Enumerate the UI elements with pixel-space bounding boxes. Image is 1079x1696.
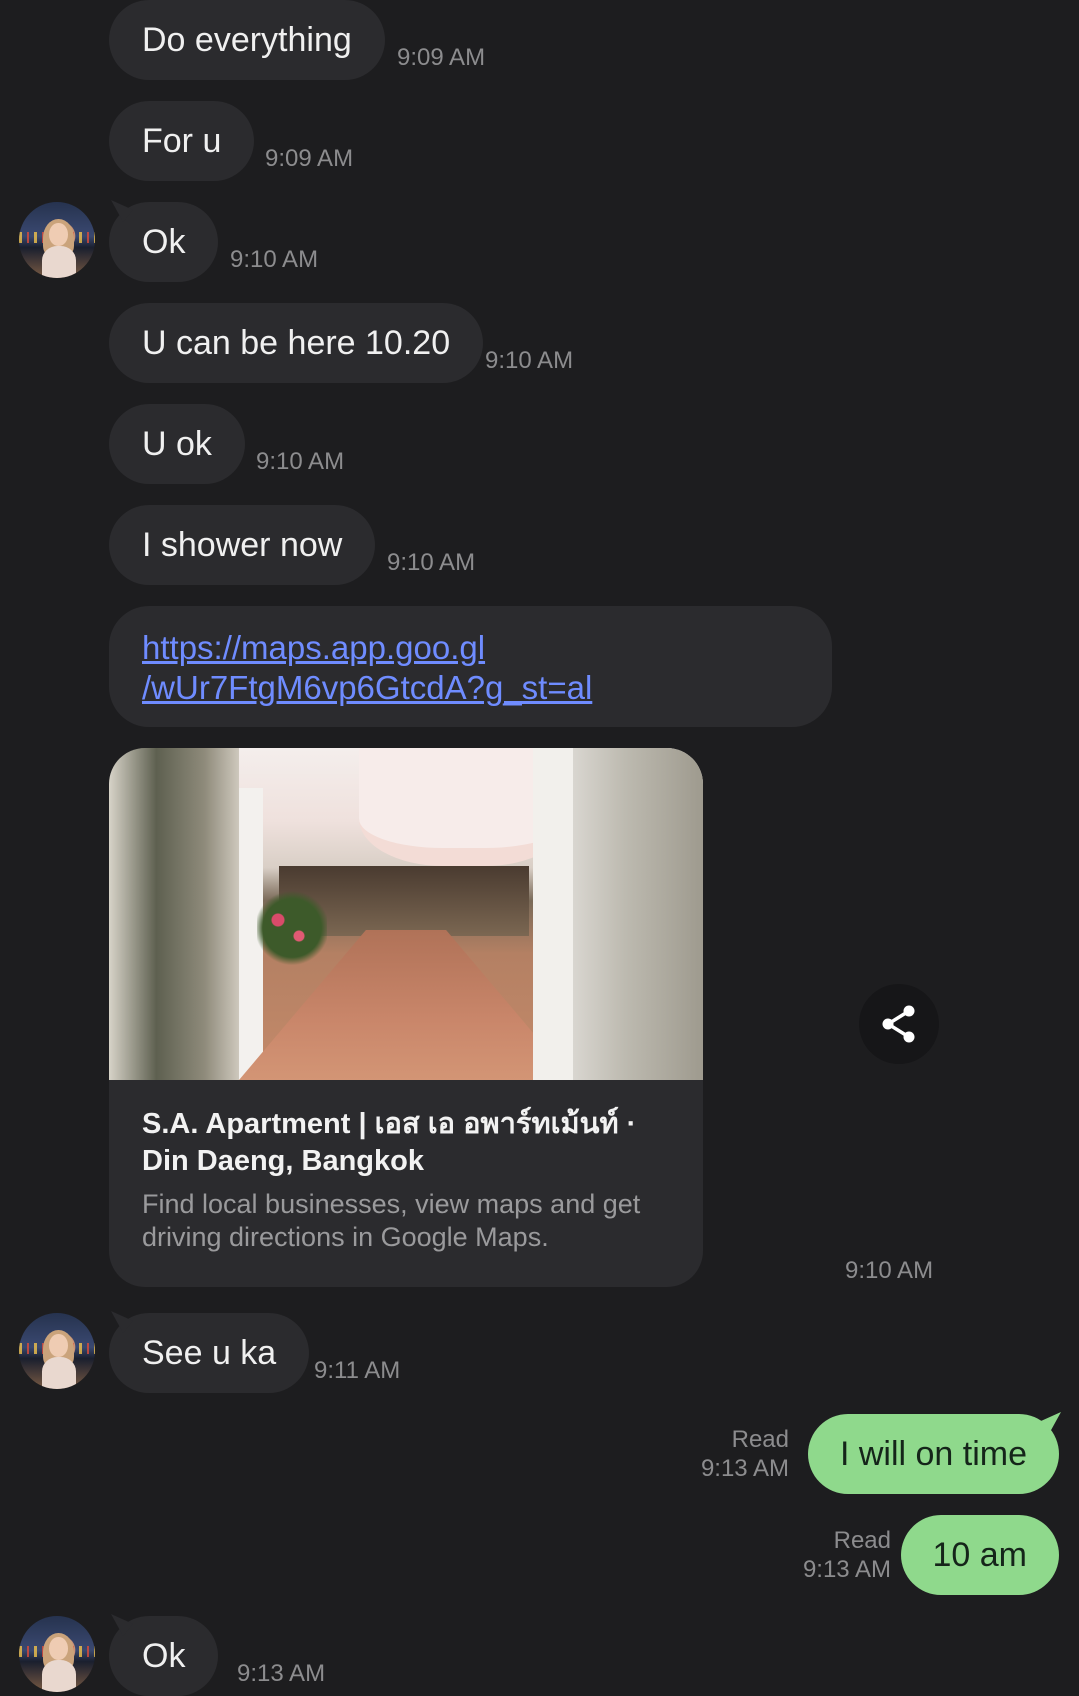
link-preview-description: Find local businesses, view maps and get… bbox=[142, 1189, 641, 1252]
apartment-photo bbox=[239, 748, 573, 1080]
link-preview-title: S.A. Apartment | เอส เอ อพาร์ทเม้นท์ · D… bbox=[142, 1108, 637, 1177]
contact-avatar[interactable] bbox=[19, 1313, 95, 1389]
message-text: U can be here 10.20 bbox=[142, 323, 451, 362]
link-preview-card[interactable]: S.A. Apartment | เอส เอ อพาร์ทเม้นท์ · D… bbox=[109, 748, 703, 1287]
contact-avatar[interactable] bbox=[19, 202, 95, 278]
message-bubble[interactable]: Do everything bbox=[109, 0, 385, 80]
message-text: I will on time bbox=[839, 1434, 1027, 1473]
maps-link-line2[interactable]: /wUr7FtgM6vp6GtcdA?g_st=al bbox=[142, 668, 799, 708]
message-text: Do everything bbox=[142, 20, 352, 59]
read-time: 9:13 AM bbox=[700, 1455, 789, 1482]
read-status: Read bbox=[833, 1527, 891, 1554]
message-bubble[interactable]: Ok bbox=[109, 202, 219, 282]
message-bubble[interactable]: U can be here 10.20 bbox=[109, 303, 484, 383]
message-bubble[interactable]: I shower now bbox=[109, 505, 376, 585]
link-preview-image bbox=[109, 748, 703, 1080]
message-time: 9:10 AM bbox=[256, 448, 345, 475]
maps-link-line1[interactable]: https://maps.app.goo.gl bbox=[142, 628, 799, 668]
message-text: 10 am bbox=[932, 1535, 1028, 1574]
contact-avatar[interactable] bbox=[19, 1616, 95, 1692]
outgoing-message-bubble[interactable]: 10 am bbox=[900, 1515, 1059, 1595]
message-bubble[interactable]: Ok bbox=[109, 1616, 219, 1696]
link-message-bubble[interactable]: https://maps.app.goo.gl /wUr7FtgM6vp6Gtc… bbox=[109, 606, 832, 727]
message-time: 9:10 AM bbox=[230, 246, 319, 273]
message-time: 9:10 AM bbox=[485, 347, 574, 374]
read-receipt: Read 9:13 AM bbox=[803, 1526, 891, 1584]
message-text: See u ka bbox=[142, 1333, 277, 1372]
message-bubble[interactable]: See u ka bbox=[109, 1313, 310, 1393]
message-time: 9:10 AM bbox=[845, 1257, 934, 1284]
message-text: Ok bbox=[142, 1636, 186, 1675]
message-time: 9:11 AM bbox=[314, 1357, 401, 1384]
message-time: 9:09 AM bbox=[265, 145, 354, 172]
outgoing-message-bubble[interactable]: I will on time bbox=[807, 1414, 1059, 1494]
share-button[interactable] bbox=[859, 984, 939, 1064]
message-time: 9:09 AM bbox=[397, 44, 486, 71]
message-bubble[interactable]: U ok bbox=[109, 404, 245, 484]
share-icon bbox=[882, 1005, 915, 1043]
message-text: For u bbox=[142, 121, 222, 160]
message-time: 9:13 AM bbox=[237, 1660, 326, 1687]
message-time: 9:10 AM bbox=[387, 549, 476, 576]
message-bubble[interactable]: For u bbox=[109, 101, 255, 181]
message-text: I shower now bbox=[142, 525, 343, 564]
read-receipt: Read 9:13 AM bbox=[701, 1425, 789, 1483]
message-text: U ok bbox=[142, 424, 212, 463]
read-time: 9:13 AM bbox=[802, 1556, 891, 1583]
read-status: Read bbox=[731, 1426, 789, 1453]
message-text: Ok bbox=[142, 222, 186, 261]
